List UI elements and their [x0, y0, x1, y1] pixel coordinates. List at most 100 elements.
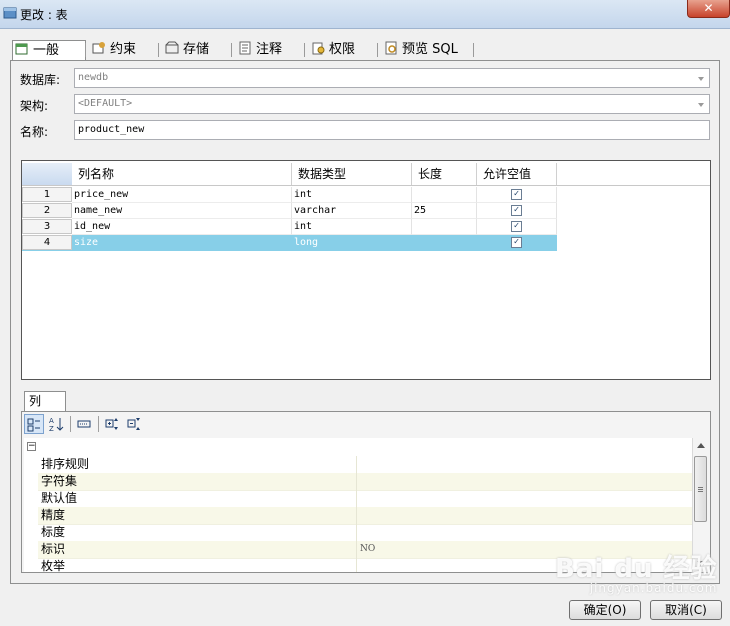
cell-length[interactable] — [412, 235, 477, 251]
cell-length[interactable] — [412, 219, 477, 235]
property-pages-icon — [77, 420, 91, 428]
cell-column-name[interactable]: id_new — [72, 219, 292, 235]
property-pages-button[interactable] — [74, 414, 94, 434]
schema-label: 架构: — [20, 99, 49, 113]
tab-label: 注释 — [256, 42, 283, 57]
tab-column-properties[interactable]: 列 — [24, 391, 66, 412]
tab-preview-sql[interactable]: 预览 SQL — [382, 40, 474, 60]
expand-all-button[interactable] — [103, 414, 123, 434]
nullable-checkbox[interactable]: ✓ — [511, 237, 522, 248]
columns-grid: 列名称 数据类型 长度 允许空值 1 price_new int ✓ 2 nam… — [21, 160, 711, 380]
table-name-value: product_new — [78, 124, 145, 135]
watermark-text: Bai du 经验 — [555, 554, 718, 584]
collapse-icon[interactable]: − — [27, 442, 36, 451]
cell-column-name[interactable]: size — [72, 235, 292, 251]
toolbar-separator — [70, 416, 71, 432]
table-row-selected[interactable]: 4 size long ✓ — [22, 235, 557, 251]
tab-separator — [158, 43, 159, 57]
database-select[interactable]: newdb — [74, 68, 710, 88]
cell-data-type[interactable]: int — [292, 219, 412, 235]
nullable-checkbox[interactable]: ✓ — [511, 205, 522, 216]
close-button[interactable]: ✕ — [687, 0, 730, 18]
table-name-input[interactable]: product_new — [74, 120, 710, 140]
cell-data-type[interactable]: varchar — [292, 203, 412, 219]
svg-text:A: A — [49, 417, 54, 425]
property-name: 枚举 — [41, 558, 357, 572]
sort-az-icon: AZ — [49, 417, 64, 433]
tab-constraints[interactable]: 约束 — [90, 40, 162, 60]
permission-icon — [312, 42, 325, 55]
nullable-checkbox[interactable]: ✓ — [511, 189, 522, 200]
constraint-icon — [92, 42, 105, 54]
schema-select[interactable]: <DEFAULT> — [74, 94, 710, 114]
tab-label: 约束 — [110, 42, 137, 57]
row-number[interactable]: 3 — [22, 219, 72, 234]
tab-permissions[interactable]: 权限 — [309, 40, 381, 60]
row-number[interactable]: 1 — [22, 187, 72, 202]
property-value[interactable] — [358, 558, 360, 572]
property-name: 标识 — [41, 541, 357, 558]
cell-length[interactable]: 25 — [412, 203, 477, 219]
chevron-down-icon — [698, 103, 704, 107]
grid-header-divider — [22, 185, 710, 186]
column-header-name[interactable]: 列名称 — [72, 163, 292, 185]
cancel-button[interactable]: 取消(C) — [650, 600, 722, 620]
row-number[interactable]: 2 — [22, 203, 72, 218]
comment-icon — [239, 41, 251, 55]
tab-label: 预览 SQL — [402, 42, 458, 57]
property-row[interactable]: 标度 — [38, 524, 692, 542]
storage-icon — [165, 41, 179, 54]
property-value[interactable] — [358, 456, 360, 473]
property-name: 默认值 — [41, 490, 357, 507]
scroll-thumb[interactable] — [694, 456, 707, 522]
cell-length[interactable] — [412, 187, 477, 203]
ok-button[interactable]: 确定(O) — [569, 600, 641, 620]
cell-column-name[interactable]: name_new — [72, 203, 292, 219]
tab-label: 存储 — [183, 42, 210, 57]
expand-all-icon — [105, 418, 118, 430]
tab-separator — [85, 43, 86, 57]
database-value: newdb — [78, 72, 109, 83]
property-name: 排序规则 — [41, 456, 357, 473]
alphabetical-view-button[interactable]: AZ — [46, 414, 66, 434]
column-header-nullable[interactable]: 允许空值 — [477, 163, 557, 185]
property-value[interactable] — [358, 524, 360, 541]
table-row[interactable]: 3 id_new int ✓ — [22, 219, 710, 235]
property-row[interactable]: 默认值 — [38, 490, 692, 508]
preview-sql-icon — [385, 41, 397, 55]
column-header-length[interactable]: 长度 — [412, 163, 477, 185]
tab-separator — [231, 43, 232, 57]
tab-separator — [473, 43, 474, 57]
property-row[interactable]: 字符集 — [38, 473, 692, 491]
tab-general[interactable]: 一般 — [12, 40, 86, 62]
collapse-all-button[interactable] — [125, 414, 145, 434]
table-row[interactable]: 1 price_new int ✓ — [22, 187, 710, 203]
cell-data-type[interactable]: int — [292, 187, 412, 203]
tab-comment[interactable]: 注释 — [236, 40, 308, 60]
table-app-icon — [3, 7, 17, 19]
property-row[interactable]: 精度 — [38, 507, 692, 525]
table-row[interactable]: 2 name_new varchar 25 ✓ — [22, 203, 710, 219]
chevron-down-icon — [698, 77, 704, 81]
column-header-type[interactable]: 数据类型 — [292, 163, 412, 185]
property-value[interactable]: NO — [358, 541, 375, 558]
scroll-up-icon[interactable] — [697, 443, 705, 448]
tab-storage[interactable]: 存储 — [163, 40, 235, 60]
categorized-icon — [27, 418, 40, 432]
baidu-watermark: Bai du 经验 jingyan.baidu.com — [555, 548, 718, 595]
title-bar: 更改 : 表 ✕ — [0, 0, 730, 29]
property-value[interactable] — [358, 473, 360, 490]
nullable-checkbox[interactable]: ✓ — [511, 221, 522, 232]
property-value[interactable] — [358, 490, 360, 507]
tab-label: 权限 — [329, 42, 356, 57]
property-value[interactable] — [358, 507, 360, 524]
collapse-all-icon — [127, 418, 140, 430]
property-row[interactable]: 排序规则 — [38, 456, 692, 474]
cell-data-type[interactable]: long — [292, 235, 412, 251]
grid-corner — [22, 163, 73, 185]
tab-bar: 一般 约束 存储 注释 权限 预览 SQL — [10, 40, 710, 62]
categorized-view-button[interactable] — [24, 414, 44, 434]
window-title: 更改 : 表 — [20, 8, 68, 22]
cell-column-name[interactable]: price_new — [72, 187, 292, 203]
row-number[interactable]: 4 — [22, 235, 72, 250]
